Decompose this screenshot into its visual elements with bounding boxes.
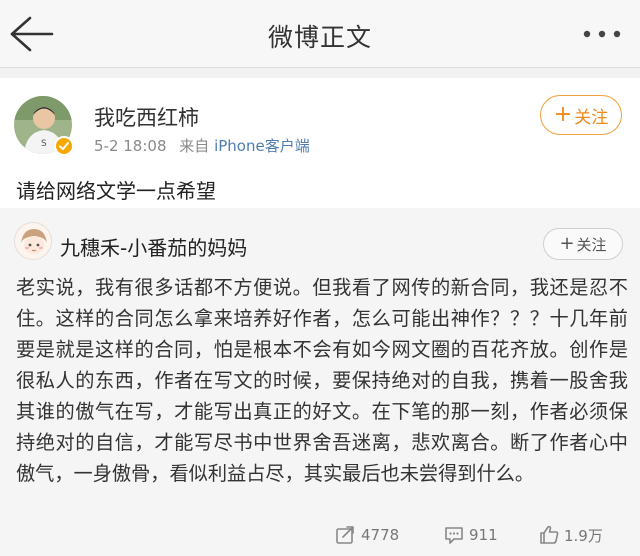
quoted-author-avatar[interactable] <box>14 222 52 260</box>
svg-text:S: S <box>41 139 47 149</box>
thumbs-up-icon <box>540 525 559 544</box>
follow-label: 关注 <box>574 107 609 128</box>
quoted-post-card[interactable]: 九穗禾-小番茄的妈妈 + 关注 老实说，我有很多话都不方便说。但我看了网传的新合… <box>0 208 640 556</box>
author-name[interactable]: 我吃西红柿 <box>94 102 199 132</box>
top-nav-bar: 微博正文 <box>0 0 640 68</box>
follow-label: 关注 <box>576 235 607 254</box>
follow-button[interactable]: + 关注 <box>540 95 622 135</box>
comment-button[interactable]: 911 <box>443 523 498 547</box>
like-button[interactable]: 1.9万 <box>538 523 603 547</box>
comment-icon <box>445 527 463 544</box>
post-source[interactable]: iPhone客户端 <box>214 137 310 155</box>
repost-icon <box>336 526 354 544</box>
quoted-follow-button[interactable]: + 关注 <box>543 228 623 260</box>
repost-button[interactable]: 4778 <box>335 523 399 547</box>
post-meta: 5-2 18:08 来自 iPhone客户端 <box>94 135 310 156</box>
post-text: 请给网络文学一点希望 <box>16 179 216 203</box>
page-title: 微博正文 <box>267 23 372 52</box>
post-time: 5-2 18:08 <box>94 137 167 155</box>
plus-icon: + <box>559 233 575 254</box>
verified-badge-icon <box>54 136 74 156</box>
quoted-author-name[interactable]: 九穗禾-小番茄的妈妈 <box>60 232 247 261</box>
original-post-card: S 我吃西红柿 5-2 18:08 来自 iPhone客户端 + 关注 请给网络… <box>0 78 640 208</box>
repost-count: 4778 <box>361 526 400 544</box>
source-prefix: 来自 <box>179 137 210 155</box>
quoted-post-text: 老实说，我有很多话都不方便说。但我看了网传的新合同，我还是忍不住。这样的合同怎么… <box>16 276 628 485</box>
comment-count: 911 <box>469 526 498 544</box>
like-count: 1.9万 <box>564 526 603 545</box>
action-bar: 4778 911 1.9万 <box>0 523 640 547</box>
more-dots-icon[interactable] <box>580 20 624 48</box>
plus-icon: + <box>553 102 573 127</box>
